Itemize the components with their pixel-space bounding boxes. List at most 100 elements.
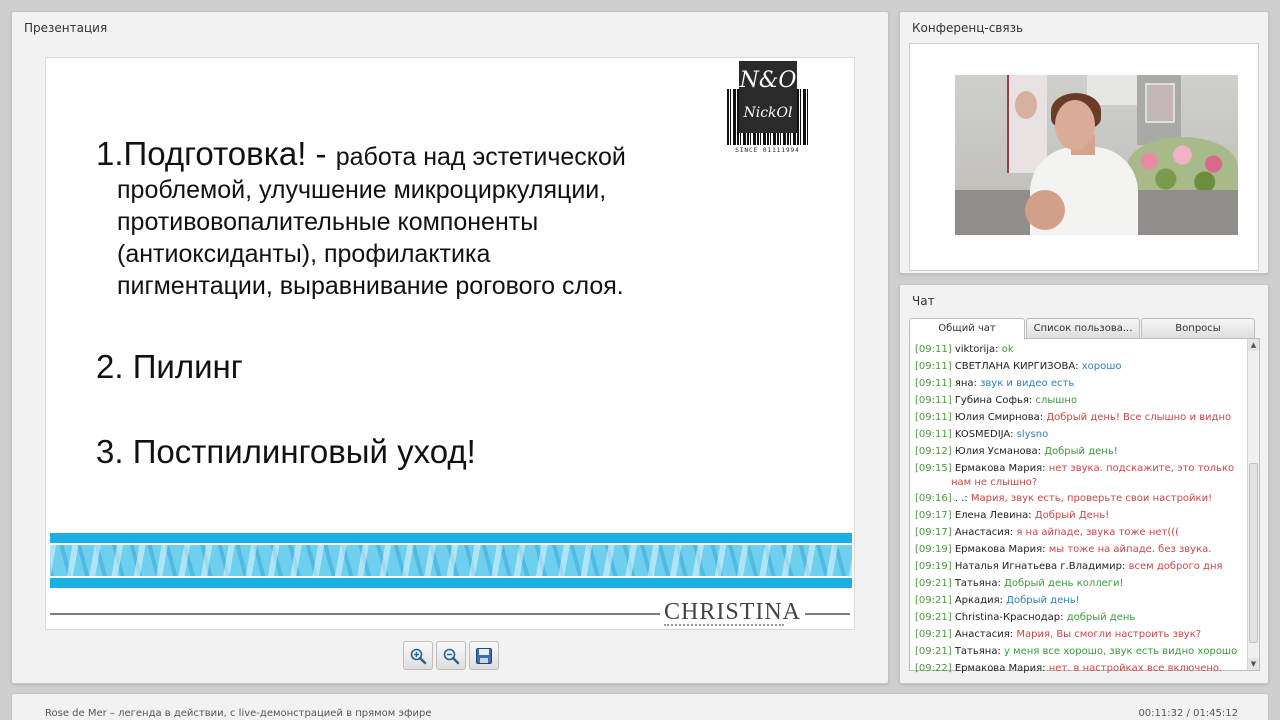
zoom-out-button[interactable] (436, 641, 466, 670)
message-timestamp: [09:16] (915, 493, 952, 504)
tab-questions[interactable]: Вопросы (1141, 318, 1255, 339)
message-timestamp: [09:11] (915, 412, 952, 423)
slide-item-1-line: проблемой, улучшение микроциркуляции, (117, 176, 607, 204)
broadcast-title: Rose de Mer – легенда в действии, с live… (45, 708, 432, 719)
message-author: СВЕТЛАНА КИРГИЗОВА: (954, 361, 1079, 372)
zoom-in-button[interactable] (403, 641, 433, 670)
chat-message: [09:21] Аркадия: Добрый день! (915, 592, 1245, 609)
nickol-logo: N&O NickOl SINCE 01111994 (727, 61, 808, 154)
chat-title: Чат (912, 294, 935, 308)
message-text: Мария, Вы смогли настроить звук? (1016, 629, 1202, 640)
message-timestamp: [09:21] (915, 595, 952, 606)
message-author: viktorija: (954, 344, 999, 355)
message-author: Елена Левина: (954, 510, 1032, 521)
message-text: Добрый День! (1034, 510, 1110, 521)
tab-general-chat[interactable]: Общий чат (909, 318, 1025, 340)
message-author: Анастасия: (954, 527, 1014, 538)
chat-message: [09:12] Юлия Усманова: Добрый день! (915, 443, 1245, 460)
water-band-bottom (50, 578, 852, 588)
message-author: Юлия Усманова: (954, 446, 1042, 457)
conference-panel: Конференц-связь (899, 11, 1269, 274)
chat-message: [09:16] . .: Мария, звук есть, проверьте… (915, 490, 1245, 507)
message-text: слышно (1035, 395, 1078, 406)
slide-item-1-tail: работа над эстетической (335, 143, 626, 171)
zoom-in-icon (410, 648, 427, 664)
slide-item-1-heading: 1.Подготовка! - работа над эстетической (96, 136, 626, 175)
message-text: всем доброго дня (1128, 561, 1223, 572)
message-author: Аркадия: (954, 595, 1003, 606)
message-text: звук и видео есть (980, 378, 1075, 389)
chat-message: [09:19] Наталья Игнатьева г.Владимир: вс… (915, 558, 1245, 575)
message-author: яна: (954, 378, 977, 389)
save-button[interactable] (469, 641, 499, 670)
message-timestamp: [09:21] (915, 612, 952, 623)
conference-title: Конференц-связь (912, 21, 1024, 35)
message-author: . .: (954, 493, 968, 504)
chat-message: [09:11] KOSMEDIJA: slysno (915, 426, 1245, 443)
message-timestamp: [09:17] (915, 527, 952, 538)
message-author: Анастасия: (954, 629, 1014, 640)
chat-message: [09:21] Татьяна: Добрый день коллеги! (915, 575, 1245, 592)
video-flowers (1127, 137, 1238, 197)
message-text: Добрый день! Все слышно и видно (1046, 412, 1232, 423)
scroll-thumb[interactable] (1249, 463, 1258, 643)
message-text: добрый день (1066, 612, 1136, 623)
message-timestamp: [09:15] (915, 463, 952, 474)
presentation-panel: Презентация 1.Подготовка! - работа над э… (11, 11, 889, 684)
message-text: мы тоже на айпаде. без звука. (1048, 544, 1212, 555)
water-banner (50, 533, 852, 593)
chat-message: [09:11] СВЕТЛАНА КИРГИЗОВА: хорошо (915, 358, 1245, 375)
chat-messages-area: [09:11] viktorija: ok [09:11] СВЕТЛАНА КИ… (909, 338, 1260, 674)
message-text: ok (1001, 344, 1014, 355)
save-icon (476, 647, 492, 664)
message-timestamp: [09:11] (915, 395, 952, 406)
logo-since: SINCE 01111994 (735, 147, 800, 154)
video-picture-frame (1145, 83, 1175, 123)
video-poster (1007, 75, 1047, 173)
message-timestamp: [09:21] (915, 629, 952, 640)
message-text: хорошо (1081, 361, 1122, 372)
message-text: Мария, звук есть, проверьте свои настрой… (970, 493, 1213, 504)
message-timestamp: [09:12] (915, 446, 952, 457)
message-author: Губина Софья: (954, 395, 1033, 406)
message-timestamp: [09:11] (915, 361, 952, 372)
message-author: Татьяна: (954, 578, 1001, 589)
slide-item-1-line: (антиоксиданты), профилактика (117, 240, 491, 268)
message-author: Ермакова Мария: (954, 463, 1046, 474)
message-timestamp: [09:21] (915, 646, 952, 657)
message-text: нет. в настройках все включено. (1048, 663, 1223, 674)
video-stream[interactable] (955, 75, 1238, 235)
presentation-slide: 1.Подготовка! - работа над эстетической … (45, 57, 855, 630)
video-container (909, 43, 1259, 271)
playback-time: 00:11:32 / 01:45:12 (1138, 708, 1238, 719)
chat-message-list: [09:11] viktorija: ok [09:11] СВЕТЛАНА КИ… (915, 341, 1245, 677)
tab-user-list[interactable]: Список пользова... (1026, 318, 1140, 339)
slide-item-2: 2. Пилинг (96, 348, 243, 385)
chat-message: [09:11] viktorija: ok (915, 341, 1245, 358)
message-author: Christina-Краснодар: (954, 612, 1064, 623)
water-band-ripples (50, 545, 852, 576)
chat-scrollbar[interactable]: ▲ ▼ (1247, 339, 1259, 670)
brand-subtitle-cropped (664, 624, 784, 629)
zoom-out-icon (443, 648, 460, 664)
chat-message: [09:19] Ермакова Мария: мы тоже на айпад… (915, 541, 1245, 558)
scroll-up-icon[interactable]: ▲ (1248, 339, 1259, 351)
christina-brand: CHRISTINA (660, 599, 806, 626)
chat-message: [09:21] Анастасия: Мария, Вы смогли наст… (915, 626, 1245, 643)
chat-message: [09:11] яна: звук и видео есть (915, 375, 1245, 392)
message-text: я на айпаде, звука тоже нет((( (1016, 527, 1180, 538)
scroll-down-icon[interactable]: ▼ (1248, 658, 1259, 670)
chat-message: [09:11] Юлия Смирнова: Добрый день! Все … (915, 409, 1245, 426)
message-timestamp: [09:11] (915, 344, 952, 355)
message-timestamp: [09:11] (915, 378, 952, 389)
message-timestamp: [09:19] (915, 561, 952, 572)
message-author: Наталья Игнатьева г.Владимир: (954, 561, 1126, 572)
message-timestamp: [09:11] (915, 429, 952, 440)
message-author: Ермакова Мария: (954, 663, 1046, 674)
logo-monogram: N&O (739, 68, 797, 93)
message-timestamp: [09:19] (915, 544, 952, 555)
slide-item-1-label: 1.Подготовка! - (96, 135, 336, 172)
message-author: KOSMEDIJA: (954, 429, 1014, 440)
logo-wordmark: NickOl (743, 105, 793, 121)
message-timestamp: [09:22] (915, 663, 952, 674)
